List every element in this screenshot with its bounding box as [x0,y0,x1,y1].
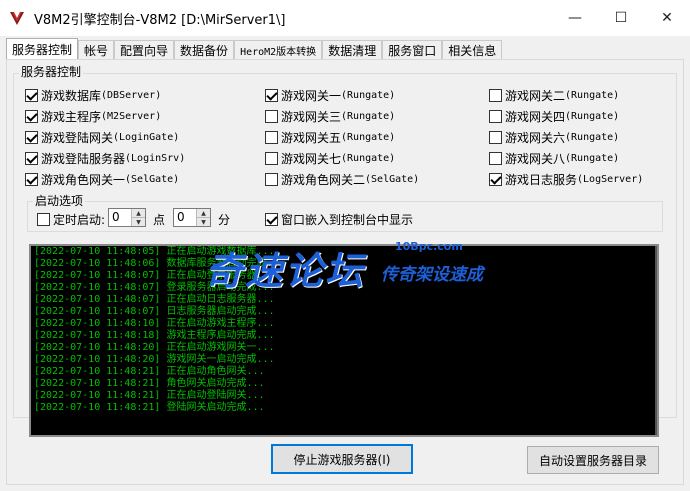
spin-up-icon[interactable]: ▲ [131,209,145,217]
tab-related-info[interactable]: 相关信息 [442,40,503,60]
log-line: [2022-07-10 11:48:07] 日志服务器启动完成... [34,306,275,317]
checkbox-dbserver[interactable]: 游戏数据库 (DBServer) [25,87,161,104]
minute-unit-label: 分 [218,213,231,227]
checkbox-rungate-8[interactable]: 游戏网关八 (Rungate) [489,150,619,167]
checkbox-box[interactable] [25,173,38,186]
tab-herom2-version[interactable]: HeroM2版本转换 [234,40,323,60]
hour-unit-label: 点 [153,213,166,227]
checkbox-selgate-2[interactable]: 游戏角色网关二 (SelGate) [265,171,419,188]
checkbox-box[interactable] [265,110,278,123]
checkbox-box[interactable] [265,89,278,102]
log-console[interactable]: [2022-07-10 11:48:05] 正在启动游戏数据库... [2022-… [29,244,659,437]
checkbox-embed-window[interactable]: 窗口嵌入到控制台中显示 [265,211,413,228]
maximize-button[interactable]: ☐ [598,0,644,36]
tab-data-cleanup[interactable]: 数据清理 [322,40,383,60]
log-line: [2022-07-10 11:48:21] 正在启动登陆网关... [34,390,265,401]
checkbox-logingate[interactable]: 游戏登陆网关 (LoginGate) [25,129,179,146]
tab-config-wizard[interactable]: 配置向导 [114,40,175,60]
close-button[interactable]: ✕ [644,0,690,36]
log-line: [2022-07-10 11:48:06] 数据库服务器启动完成... [34,258,285,269]
log-line: [2022-07-10 11:48:10] 正在启动游戏主程序... [34,318,275,329]
checkbox-box[interactable] [25,110,38,123]
log-line: [2022-07-10 11:48:07] 正在启动登录服务器... [34,270,275,281]
log-scrollbar[interactable] [655,246,657,435]
log-line: [2022-07-10 11:48:21] 登陆网关启动完成... [34,402,265,413]
checkbox-box[interactable] [265,152,278,165]
checkbox-logserver[interactable]: 游戏日志服务 (LogServer) [489,171,643,188]
tab-panel: 服务器控制 游戏数据库 (DBServer) 游戏主程序 (M2Server) 游戏… [6,59,684,485]
checkbox-box[interactable] [489,131,502,144]
log-line: [2022-07-10 11:48:18] 游戏主程序启动完成... [34,330,275,341]
log-line: [2022-07-10 11:48:21] 角色网关启动完成... [34,378,265,389]
tab-strip: 服务器控制 帐号 配置向导 数据备份 HeroM2版本转换 数据清理 服务窗口 … [6,38,503,60]
log-line: [2022-07-10 11:48:20] 正在启动游戏网关一... [34,342,275,353]
checkbox-timed-start[interactable]: 定时启动: [37,211,105,228]
spin-up-icon[interactable]: ▲ [196,209,210,217]
server-control-legend: 服务器控制 [19,65,84,79]
log-list: [2022-07-10 11:48:05] 正在启动游戏数据库... [2022-… [31,246,657,414]
hour-spinner[interactable]: 0 ▲ ▼ [108,208,146,227]
checkbox-box[interactable] [265,131,278,144]
stop-server-button[interactable]: 停止游戏服务器(I) [271,444,413,474]
checkbox-rungate-4[interactable]: 游戏网关四 (Rungate) [489,108,619,125]
checkbox-rungate-1[interactable]: 游戏网关一 (Rungate) [265,87,395,104]
log-line: [2022-07-10 11:48:07] 正在启动日志服务器... [34,294,275,305]
auto-set-directory-button[interactable]: 自动设置服务器目录 [527,446,659,474]
checkbox-box[interactable] [489,152,502,165]
checkbox-box[interactable] [25,89,38,102]
checkbox-rungate-2[interactable]: 游戏网关二 (Rungate) [489,87,619,104]
checkbox-selgate-1[interactable]: 游戏角色网关一 (SelGate) [25,171,179,188]
minimize-button[interactable]: — [552,0,598,36]
app-logo-icon [10,11,24,25]
spin-down-icon[interactable]: ▼ [196,217,210,226]
checkbox-box[interactable] [489,173,502,186]
tab-service-window[interactable]: 服务窗口 [382,40,443,60]
tab-data-backup[interactable]: 数据备份 [174,40,235,60]
startup-options-legend: 启动选项 [33,194,86,208]
checkbox-box[interactable] [489,110,502,123]
tab-server-control[interactable]: 服务器控制 [6,38,79,60]
checkbox-loginsrv[interactable]: 游戏登陆服务器 (LoginSrv) [25,150,185,167]
checkbox-m2server[interactable]: 游戏主程序 (M2Server) [25,108,161,125]
window-title: V8M2引擎控制台-V8M2 [D:\MirServer1\] [34,12,286,28]
title-bar[interactable]: V8M2引擎控制台-V8M2 [D:\MirServer1\] — ☐ ✕ [0,0,690,36]
tab-account[interactable]: 帐号 [78,40,115,60]
log-line: [2022-07-10 11:48:05] 正在启动游戏数据库... [34,246,275,257]
log-line: [2022-07-10 11:48:21] 正在启动角色网关... [34,366,265,377]
minute-spinner[interactable]: 0 ▲ ▼ [173,208,211,227]
checkbox-box[interactable] [489,89,502,102]
checkbox-rungate-5[interactable]: 游戏网关五 (Rungate) [265,129,395,146]
checkbox-box[interactable] [265,213,278,226]
checkbox-rungate-7[interactable]: 游戏网关七 (Rungate) [265,150,395,167]
minute-value[interactable]: 0 [174,209,196,226]
checkbox-box[interactable] [265,173,278,186]
log-line: [2022-07-10 11:48:20] 游戏网关一启动完成... [34,354,275,365]
checkbox-rungate-3[interactable]: 游戏网关三 (Rungate) [265,108,395,125]
hour-value[interactable]: 0 [109,209,131,226]
checkbox-box[interactable] [37,213,50,226]
checkbox-box[interactable] [25,131,38,144]
checkbox-box[interactable] [25,152,38,165]
spin-down-icon[interactable]: ▼ [131,217,145,226]
log-line: [2022-07-10 11:48:07] 登录服务器启动完成... [34,282,275,293]
checkbox-rungate-6[interactable]: 游戏网关六 (Rungate) [489,129,619,146]
